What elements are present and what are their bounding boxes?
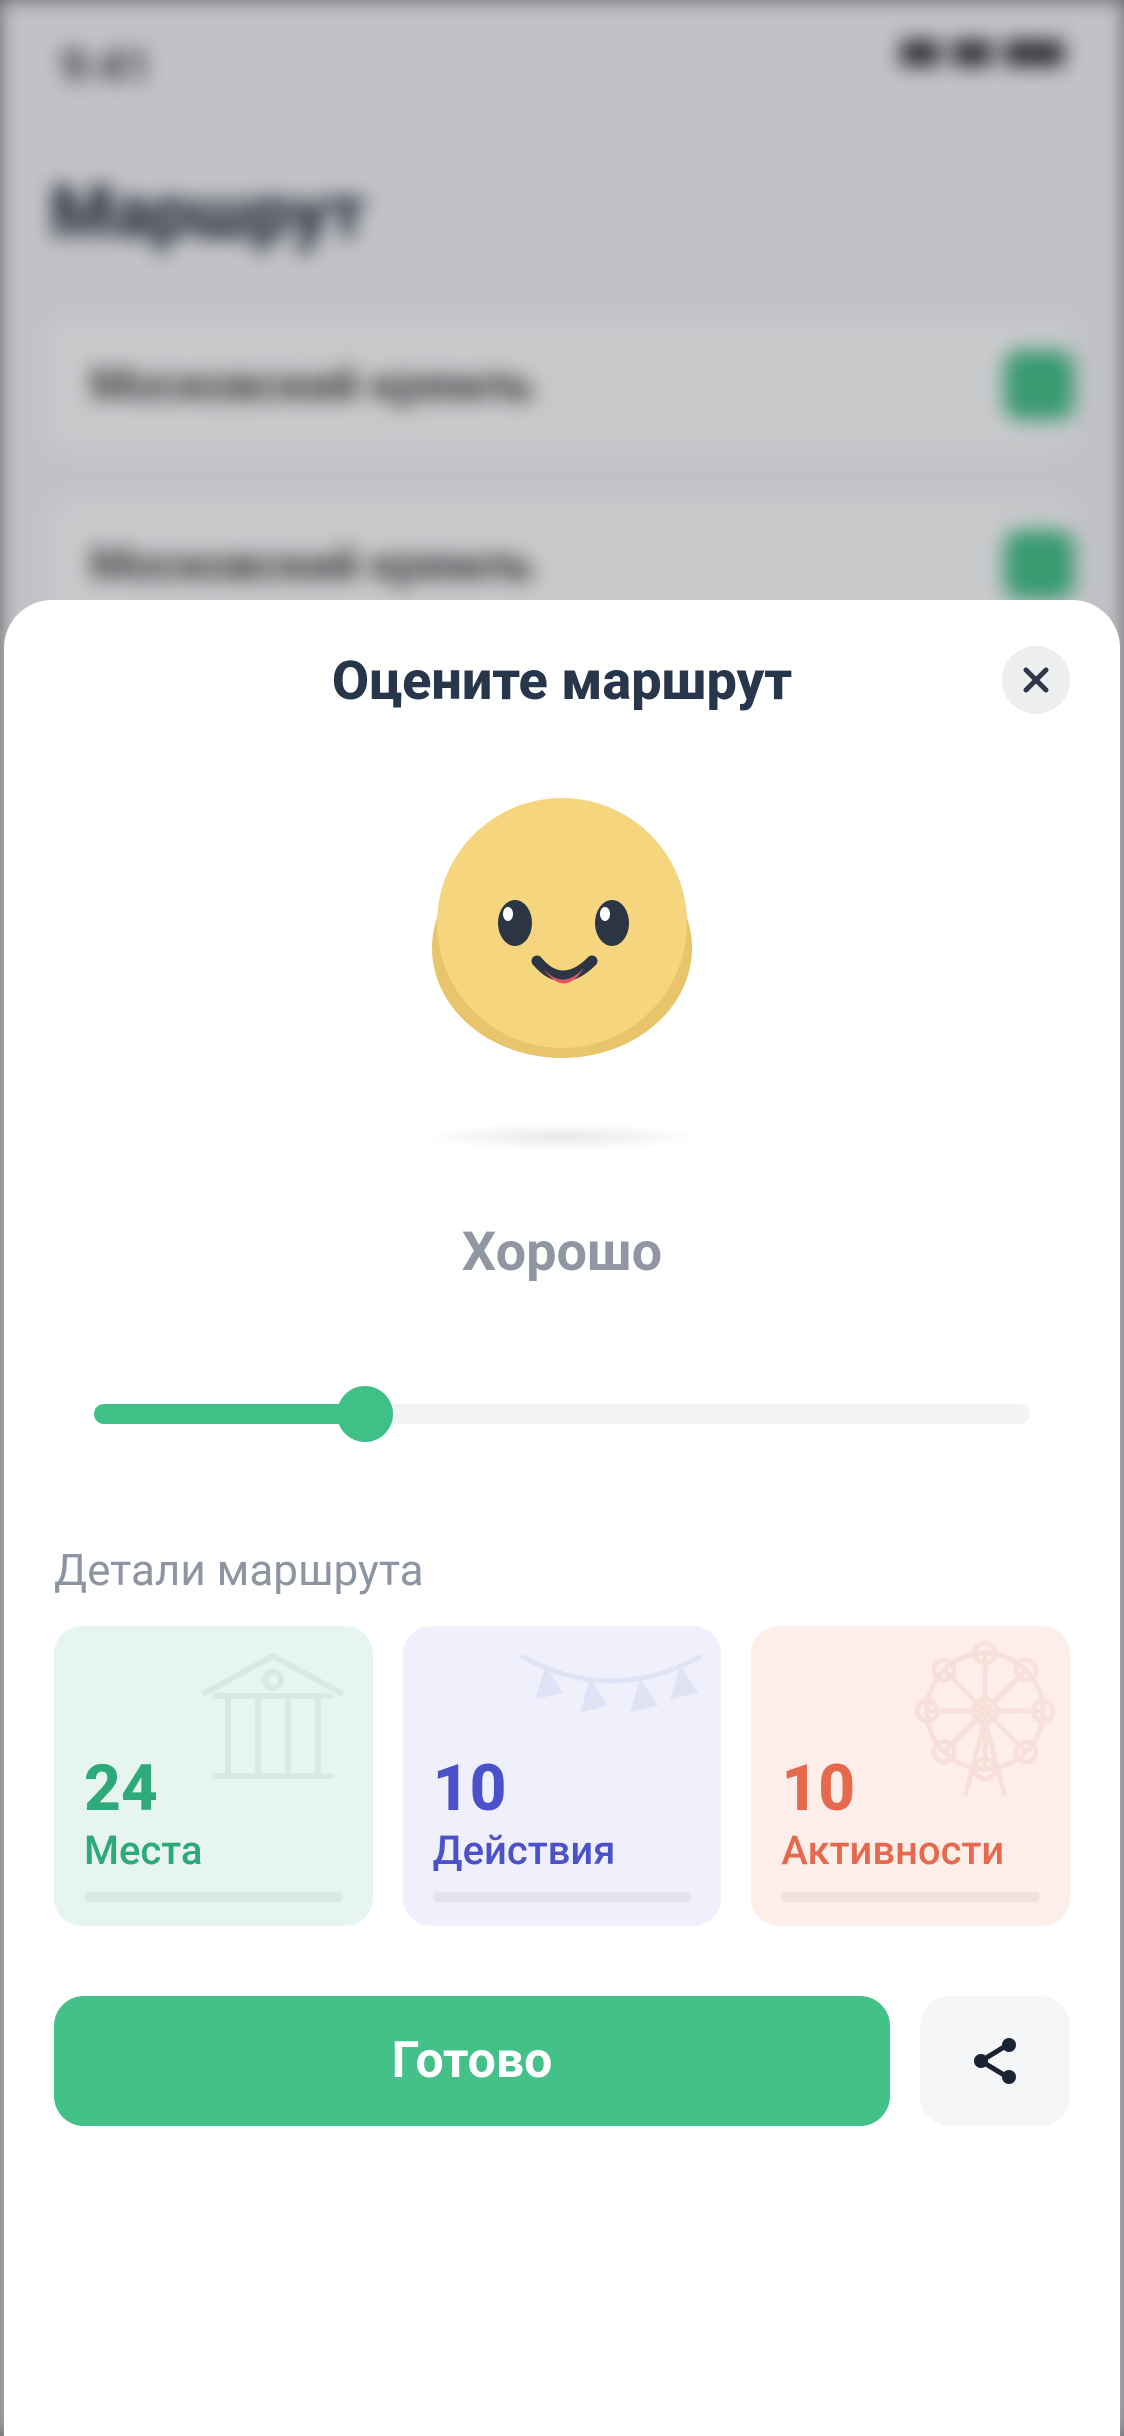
card-value: 10 [433, 1757, 692, 1821]
rating-slider[interactable] [94, 1404, 1030, 1424]
card-bar [433, 1892, 692, 1902]
detail-cards: 24 Места 10 Действия [54, 1626, 1070, 1926]
card-bar [84, 1892, 343, 1902]
done-button-label: Готово [392, 2032, 553, 2090]
rating-sheet: Оцените маршрут Хорошо Детали мар [4, 600, 1120, 2436]
slider-fill [94, 1404, 365, 1424]
slider-thumb[interactable] [337, 1386, 393, 1442]
close-icon [1021, 665, 1051, 695]
action-row: Готово [54, 1996, 1070, 2126]
building-icon [183, 1636, 363, 1786]
done-button[interactable]: Готово [54, 1996, 890, 2126]
card-places[interactable]: 24 Места [54, 1626, 373, 1926]
share-icon [967, 2033, 1023, 2089]
card-bar [781, 1892, 1040, 1902]
sheet-title: Оцените маршрут [332, 650, 792, 713]
share-button[interactable] [920, 1996, 1070, 2126]
card-label: Места [84, 1827, 343, 1874]
card-label: Действия [433, 1827, 692, 1874]
sheet-header: Оцените маршрут [54, 650, 1070, 713]
card-label: Активности [781, 1827, 1040, 1874]
ferris-wheel-icon [890, 1636, 1060, 1806]
emoji-section [54, 793, 1070, 1151]
garland-icon [511, 1636, 711, 1756]
rating-label: Хорошо [54, 1221, 1070, 1284]
close-button[interactable] [1002, 646, 1070, 714]
happy-face-icon [422, 793, 702, 1073]
emoji-shadow [422, 1123, 702, 1151]
details-heading: Детали маршрута [54, 1544, 1070, 1596]
card-activities[interactable]: 10 Активности [751, 1626, 1070, 1926]
card-actions[interactable]: 10 Действия [403, 1626, 722, 1926]
